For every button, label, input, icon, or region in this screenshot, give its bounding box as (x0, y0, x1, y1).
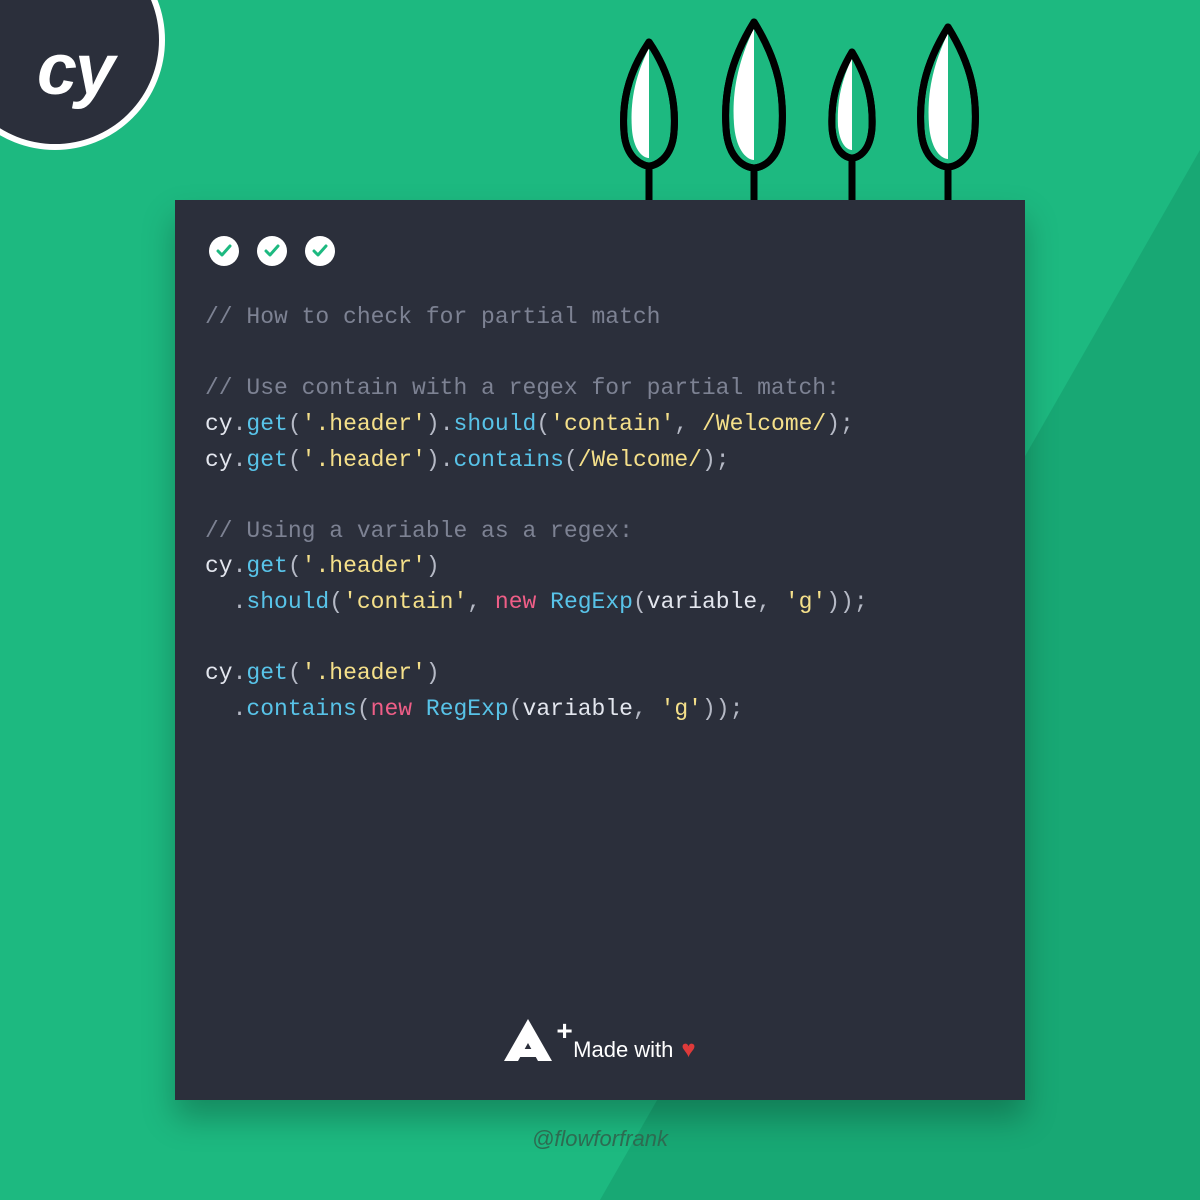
code-comment: // Using a variable as a regex: (205, 518, 633, 544)
cypress-logo-text: cy (37, 29, 113, 111)
aplus-logo: + (504, 1015, 568, 1066)
tree-icon (710, 16, 798, 216)
trees-decoration (610, 16, 990, 216)
code-card: // How to check for partial match // Use… (175, 200, 1025, 1100)
tree-icon (610, 36, 688, 216)
heart-icon: ♥ (681, 1036, 695, 1064)
window-dots (209, 236, 995, 266)
made-with-label: Made with ♥ (573, 1036, 696, 1064)
tree-icon (820, 46, 884, 216)
triangle-icon (504, 1019, 552, 1070)
code-comment: // How to check for partial match (205, 304, 660, 330)
cypress-logo-badge: cy (0, 0, 165, 150)
tree-icon (906, 21, 990, 216)
check-icon (257, 236, 287, 266)
card-footer: + Made with ♥ (175, 1015, 1025, 1066)
code-comment: // Use contain with a regex for partial … (205, 375, 840, 401)
check-icon (209, 236, 239, 266)
check-icon (305, 236, 335, 266)
aplus-plus: + (556, 1017, 570, 1045)
code-block: // How to check for partial match // Use… (205, 300, 995, 728)
author-handle: @flowforfrank (0, 1126, 1200, 1152)
